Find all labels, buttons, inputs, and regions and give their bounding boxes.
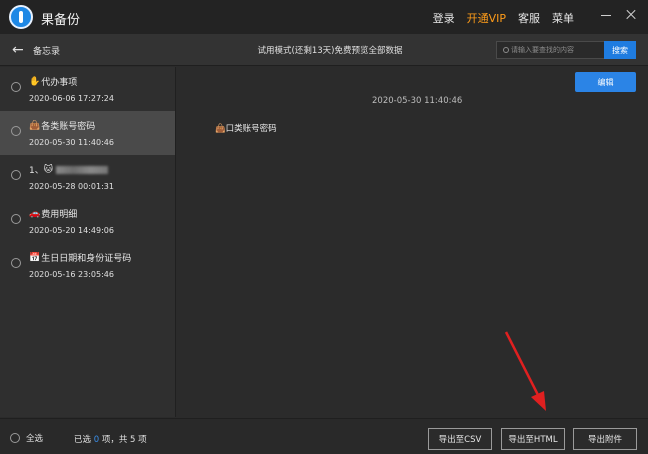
note-body: 👜口类账号密码 [215,124,277,134]
support-link[interactable]: 客服 [518,10,540,26]
item-title-text: 各类账号密码 [41,122,96,132]
select-all-radio[interactable] [10,433,20,443]
login-link[interactable]: 登录 [433,10,455,26]
list-item[interactable]: ✋ 代办事项 2020-06-06 17:27:24 [0,67,175,111]
top-links: 登录 开通VIP 客服 菜单 [433,10,574,26]
back-label: 备忘录 [33,46,61,57]
search-button[interactable]: 搜索 [604,41,636,59]
select-all-checkbox[interactable]: 全选 [10,432,43,444]
item-title-text: 费用明细 [41,210,78,220]
cat-icon: 🐱 [43,164,54,175]
export-html-button[interactable]: 导出至HTML [501,428,565,450]
item-date: 2020-05-20 14:49:06 [29,226,114,235]
title-bar: 果备份 登录 开通VIP 客服 菜单 [0,0,648,34]
app-title: 果备份 [41,13,81,28]
note-detail: 编辑 2020-05-30 11:40:46 👜口类账号密码 [177,67,648,417]
blurred-text [56,165,109,174]
menu-link[interactable]: 菜单 [552,10,574,26]
export-attachments-button[interactable]: 导出附件 [573,428,637,450]
export-csv-button[interactable]: 导出至CSV [428,428,492,450]
footer-bar: 全选 已选 0 项，共 5 项 导出至CSV 导出至HTML 导出附件 [0,418,648,454]
selected-prefix: 已选 [74,435,92,445]
item-title: 🚗 费用明细 [29,207,78,221]
bag-icon: 👜 [29,120,41,131]
item-title: 1、 🐱 [29,163,109,176]
trial-notice: 试用模式(还剩13天)免费预览全部数据 [257,46,403,56]
item-checkbox[interactable] [11,126,21,136]
arrow-left-icon: ← [12,42,24,58]
vip-link[interactable]: 开通VIP [467,10,506,26]
list-item[interactable]: 📅 生日日期和身份证号码 2020-05-16 23:05:46 [0,243,175,287]
notes-list: ✋ 代办事项 2020-06-06 17:27:24 👜 各类账号密码 2020… [0,67,176,417]
item-checkbox[interactable] [11,214,21,224]
item-title-text: 1、 [29,166,44,176]
list-item[interactable]: 👜 各类账号密码 2020-05-30 11:40:46 [0,111,175,155]
edit-button[interactable]: 编辑 [575,72,636,92]
list-item[interactable]: 1、 🐱 2020-05-28 00:01:31 [0,155,175,199]
item-checkbox[interactable] [11,170,21,180]
selected-count: 0 [93,435,100,445]
item-title: ✋ 代办事项 [29,75,78,89]
search-icon [503,47,509,53]
item-date: 2020-05-30 11:40:46 [29,138,114,147]
header-bar: ← 备忘录 试用模式(还剩13天)免费预览全部数据 请输入要查找的内容 搜索 [0,34,648,66]
app-logo-icon [9,5,33,29]
item-checkbox[interactable] [11,258,21,268]
close-icon[interactable] [624,8,638,22]
note-date: 2020-05-30 11:40:46 [372,96,463,106]
select-all-label: 全选 [26,434,44,444]
item-title-text: 生日日期和身份证号码 [41,254,132,264]
item-date: 2020-05-28 00:01:31 [29,182,114,191]
search-input[interactable]: 请输入要查找的内容 [496,41,604,59]
car-icon: 🚗 [29,208,41,219]
selected-suffix: 项，共 5 项 [101,435,147,445]
item-date: 2020-06-06 17:27:24 [29,94,114,103]
back-button[interactable]: ← 备忘录 [12,42,60,58]
list-item[interactable]: 🚗 费用明细 2020-05-20 14:49:06 [0,199,175,243]
minimize-icon[interactable] [599,8,613,22]
item-title: 👜 各类账号密码 [29,119,96,133]
item-checkbox[interactable] [11,82,21,92]
item-date: 2020-05-16 23:05:46 [29,270,114,279]
search-placeholder: 请输入要查找的内容 [511,46,574,54]
calendar-icon: 📅 [29,252,41,263]
item-title-text: 代办事项 [41,78,78,88]
item-title: 📅 生日日期和身份证号码 [29,251,132,265]
selection-info: 已选 0 项，共 5 项 [74,433,147,445]
hand-icon: ✋ [29,76,41,87]
